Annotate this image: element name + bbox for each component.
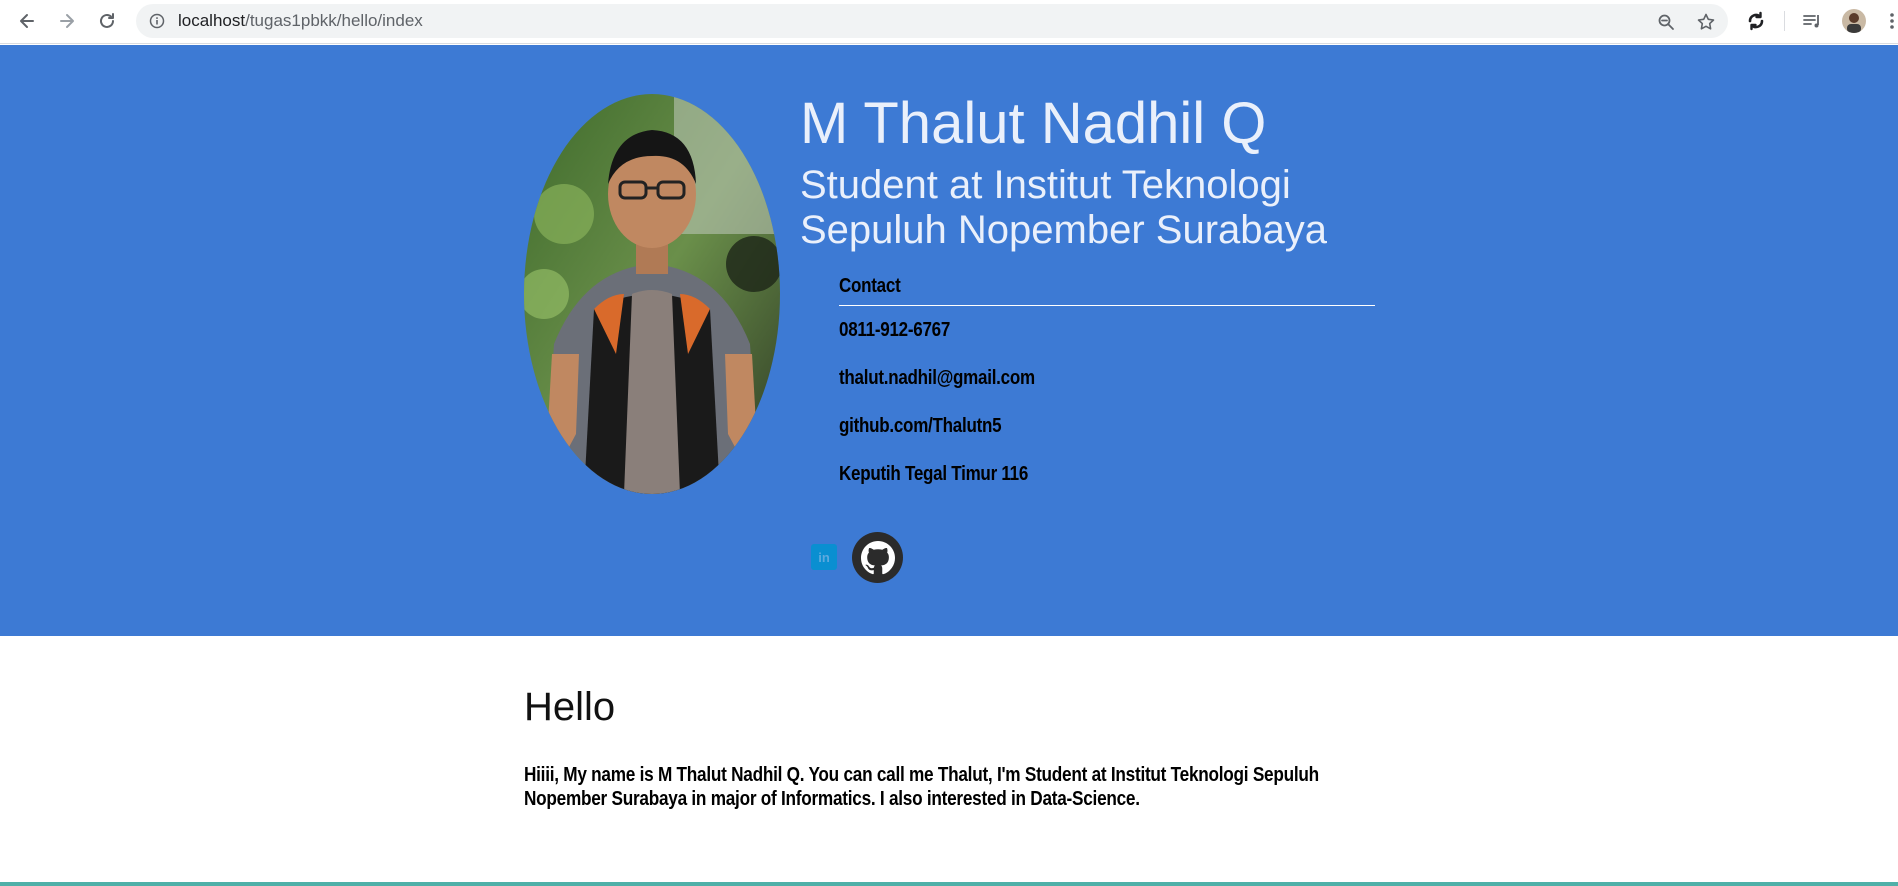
github-link[interactable] <box>852 532 903 583</box>
address-bar[interactable]: localhost/tugas1pbkk/hello/index <box>136 4 1728 38</box>
svg-text:in: in <box>818 550 830 565</box>
browser-toolbar: localhost/tugas1pbkk/hello/index <box>0 0 1898 44</box>
arrow-right-icon <box>60 14 74 28</box>
contact-email: thalut.nadhil@gmail.com <box>839 367 1035 389</box>
contact-github: github.com/Thalutn5 <box>839 415 1002 437</box>
zoom-icon[interactable] <box>1656 12 1676 32</box>
forward-button[interactable] <box>54 8 80 34</box>
footer-bar <box>0 882 1898 886</box>
toolbar-divider <box>1784 11 1785 31</box>
url-text[interactable]: localhost/tugas1pbkk/hello/index <box>178 4 423 38</box>
bio-text: Hiiii, My name is M Thalut Nadhil Q. You… <box>524 764 1319 810</box>
contact-heading: Contact <box>839 275 901 297</box>
contact-phone: 0811-912-6767 <box>839 319 951 341</box>
profile-avatar[interactable] <box>1842 9 1866 33</box>
profile-photo <box>524 94 780 494</box>
back-button[interactable] <box>14 8 40 34</box>
linkedin-link[interactable]: in <box>810 543 838 571</box>
reload-icon <box>100 13 114 28</box>
profile-name: M Thalut Nadhil Q <box>800 91 1267 156</box>
media-queue-icon[interactable] <box>1800 9 1824 33</box>
info-icon[interactable] <box>148 12 166 30</box>
reload-button[interactable] <box>94 8 120 34</box>
arrow-left-icon <box>20 14 34 28</box>
linkedin-icon: in <box>811 544 837 570</box>
contact-divider <box>839 305 1375 306</box>
contact-section: Contact 0811-912-6767 thalut.nadhil@gmai… <box>839 273 1375 487</box>
hello-heading: Hello <box>524 685 616 729</box>
profile-header: M Thalut Nadhil Q Student at Institut Te… <box>0 45 1898 636</box>
more-vert-icon[interactable] <box>1880 9 1898 33</box>
star-icon[interactable] <box>1696 12 1716 32</box>
profile-subtitle: Student at Institut Teknologi Sepuluh No… <box>800 163 1328 252</box>
sync-icon[interactable] <box>1744 9 1768 33</box>
url-host: localhost <box>178 11 246 30</box>
url-path: /tugas1pbkk/hello/index <box>245 11 423 30</box>
github-icon <box>860 540 895 574</box>
contact-address: Keputih Tegal Timur 116 <box>839 463 1029 485</box>
